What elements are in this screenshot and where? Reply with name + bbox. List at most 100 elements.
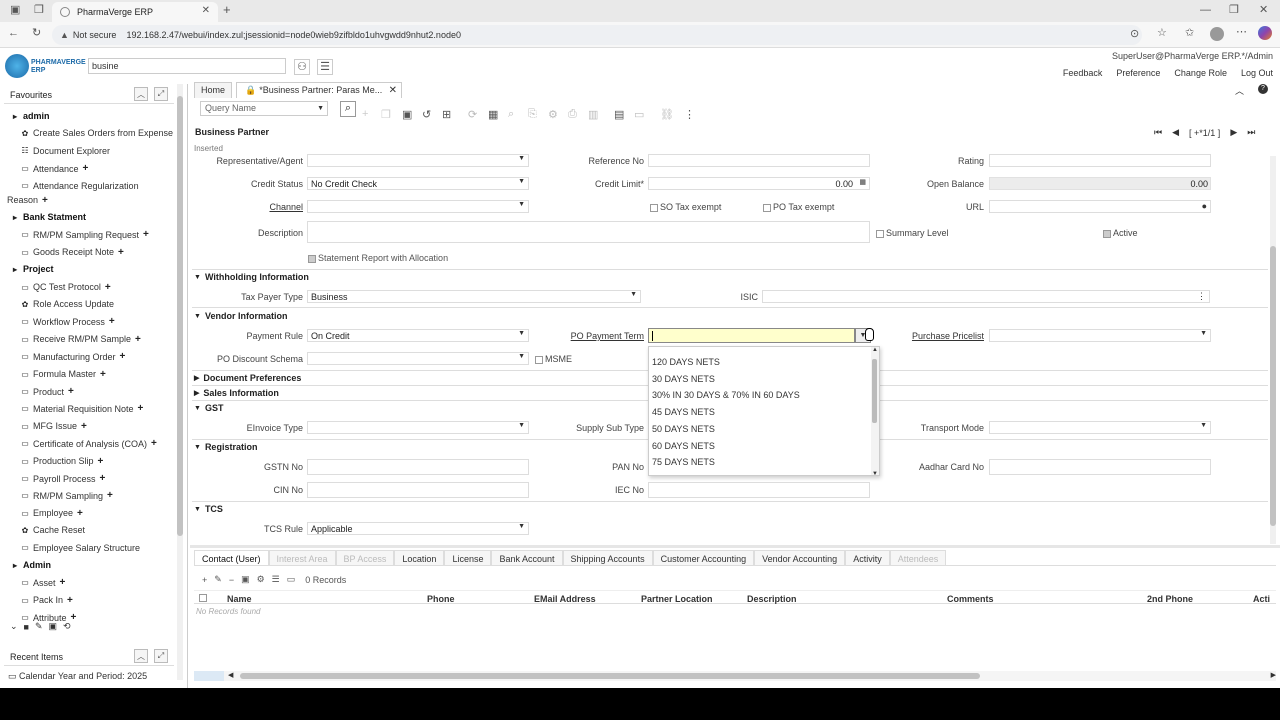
iec-input[interactable] [648,482,870,498]
favourite-item[interactable]: ▭ Pack In + [20,595,73,606]
description-textarea[interactable] [307,221,870,243]
preference-link[interactable]: Preference [1116,68,1160,78]
scroll-down-icon[interactable]: ▼ [872,471,878,475]
edit-icon[interactable]: ✎ [214,574,222,585]
calculator-icon[interactable]: ▦ [859,178,866,186]
cin-input[interactable] [307,482,529,498]
dropdown-option[interactable]: 30% IN 30 DAYS & 70% IN 60 DAYS [652,390,800,400]
detail-tab[interactable]: Vendor Accounting [754,550,846,566]
refresh-icon[interactable]: ⟳ [468,108,477,121]
query-name-select[interactable]: Query Name ▼ [200,101,328,116]
favourite-item[interactable]: ▭ Production Slip + [20,456,103,467]
credit-status-select[interactable]: No Credit Check ▼ [307,177,529,190]
section-withholding[interactable]: ▼ Withholding Information [194,272,309,282]
detail-tab[interactable]: Interest Area [268,550,336,566]
tcs-rule-select[interactable]: Applicable ▼ [307,522,529,535]
close-tab-icon[interactable]: ✕ [202,6,210,16]
favourite-item[interactable]: ▸ admin [10,111,50,121]
sitemap-icon[interactable]: ⚇ [294,59,310,75]
favourite-item[interactable]: ✿ Create Sales Orders from Expense [20,128,173,138]
more-icon[interactable]: ⋯ [1236,27,1247,38]
favourite-item[interactable]: ▭ Asset + [20,577,65,588]
menu-search-input[interactable]: busine [88,58,286,74]
dropdown-option[interactable]: 45 DAYS NETS [652,407,715,417]
transport-mode-select[interactable]: ▼ [989,421,1211,434]
add-icon[interactable]: + [71,612,77,623]
new-icon[interactable]: + [202,575,207,585]
favourite-item[interactable]: ▭ QC Test Protocol + [20,282,111,293]
add-icon[interactable]: + [135,334,141,345]
gear-icon[interactable]: ⚙ [548,108,558,121]
column-email[interactable]: EMail Address [534,594,596,604]
collapse-icon[interactable]: ︿ [1235,84,1244,97]
favourite-item[interactable]: Reason + [7,195,48,206]
section-sales[interactable]: ▶ Sales Information [194,388,279,398]
active-checkbox[interactable]: Active [1103,228,1138,238]
add-icon[interactable]: + [151,438,157,449]
save-icon[interactable]: ▣ [402,108,412,121]
add-icon[interactable]: + [143,229,149,240]
scroll-left-icon[interactable]: ◀ [228,671,233,679]
favourite-item[interactable]: ▸ Bank Statment [10,212,86,222]
favourite-item[interactable]: ▭ RM/PM Sampling + [20,490,113,501]
next-record-icon[interactable]: ▶ [1230,127,1237,138]
expand-all-icon[interactable]: ⌄ [10,621,18,632]
po-tax-exempt-checkbox[interactable]: PO Tax exempt [763,202,834,212]
add-icon[interactable]: + [118,247,124,258]
expand-icon[interactable]: ⤢ [154,87,168,101]
statement-report-checkbox[interactable]: Statement Report with Allocation [308,253,448,263]
aadhar-input[interactable] [989,459,1211,475]
save-icon[interactable]: ▣ [241,574,250,585]
change-role-link[interactable]: Change Role [1174,68,1227,78]
select-all-checkbox[interactable] [199,594,207,602]
sidebar-scrollbar[interactable] [177,84,183,680]
msme-checkbox[interactable]: MSME [535,354,572,364]
restore-icon[interactable]: ❐ [1229,5,1239,16]
dropdown-option[interactable]: 50 DAYS NETS [652,424,715,434]
so-tax-exempt-checkbox[interactable]: SO Tax exempt [650,202,721,212]
tax-payer-select[interactable]: Business ▼ [307,290,641,303]
add-icon[interactable]: + [109,316,115,327]
po-payment-term-input[interactable] [648,328,855,343]
favourite-item[interactable]: ▭ Receive RM/PM Sample + [20,334,141,345]
back-icon[interactable]: ← [8,28,19,39]
gstn-input[interactable] [307,459,529,475]
feedback-link[interactable]: Feedback [1063,68,1103,78]
save-icon[interactable]: ▣ [49,621,58,632]
add-icon[interactable]: + [60,577,66,588]
grid-scroll-thumb[interactable] [240,673,980,679]
list-icon[interactable]: ☰ [272,574,280,585]
add-icon[interactable]: + [67,595,73,606]
grid-toggle-icon[interactable]: ▦ [488,108,498,121]
archive-icon[interactable]: ▭ [634,108,644,121]
last-record-icon[interactable]: ⏭ [1247,127,1255,138]
section-document-preferences[interactable]: ▶ Document Preferences [194,373,301,383]
column-comments[interactable]: Comments [947,594,994,604]
rating-input[interactable] [989,154,1211,167]
sidebar-scroll-thumb[interactable] [177,96,183,536]
print-icon[interactable]: ⎙ [568,108,577,121]
column-name[interactable]: Name [227,594,252,604]
column-partner-location[interactable]: Partner Location [641,594,713,604]
payment-rule-select[interactable]: On Credit ▼ [307,329,529,342]
add-icon[interactable]: + [105,282,111,293]
favourite-item[interactable]: ▸ Project [10,264,54,274]
copilot-icon[interactable] [1258,26,1272,40]
section-gst[interactable]: ▼ GST [194,403,223,413]
section-vendor[interactable]: ▼ Vendor Information [194,311,287,321]
first-record-icon[interactable]: ⏮ [1154,127,1162,138]
collapse-up-icon[interactable]: ︿ [134,87,148,101]
recent-collapse-icon[interactable]: ︿ [134,649,148,663]
new-tab-icon[interactable]: + [223,3,231,16]
window-close-icon[interactable]: ✕ [1259,5,1268,16]
tab-home[interactable]: Home [194,82,232,98]
add-icon[interactable]: + [120,351,126,362]
favourite-item[interactable]: ▭ Product + [20,386,74,397]
favourite-item[interactable]: ▭ Attendance Regularization [20,181,138,191]
reload-icon[interactable]: ↻ [32,28,41,39]
logout-link[interactable]: Log Out [1241,68,1273,78]
prev-record-icon[interactable]: ◀ [1172,127,1179,138]
add-icon[interactable]: + [138,403,144,414]
link-icon[interactable]: ⛓ [660,108,674,121]
representative-select[interactable]: ▼ [307,154,529,167]
